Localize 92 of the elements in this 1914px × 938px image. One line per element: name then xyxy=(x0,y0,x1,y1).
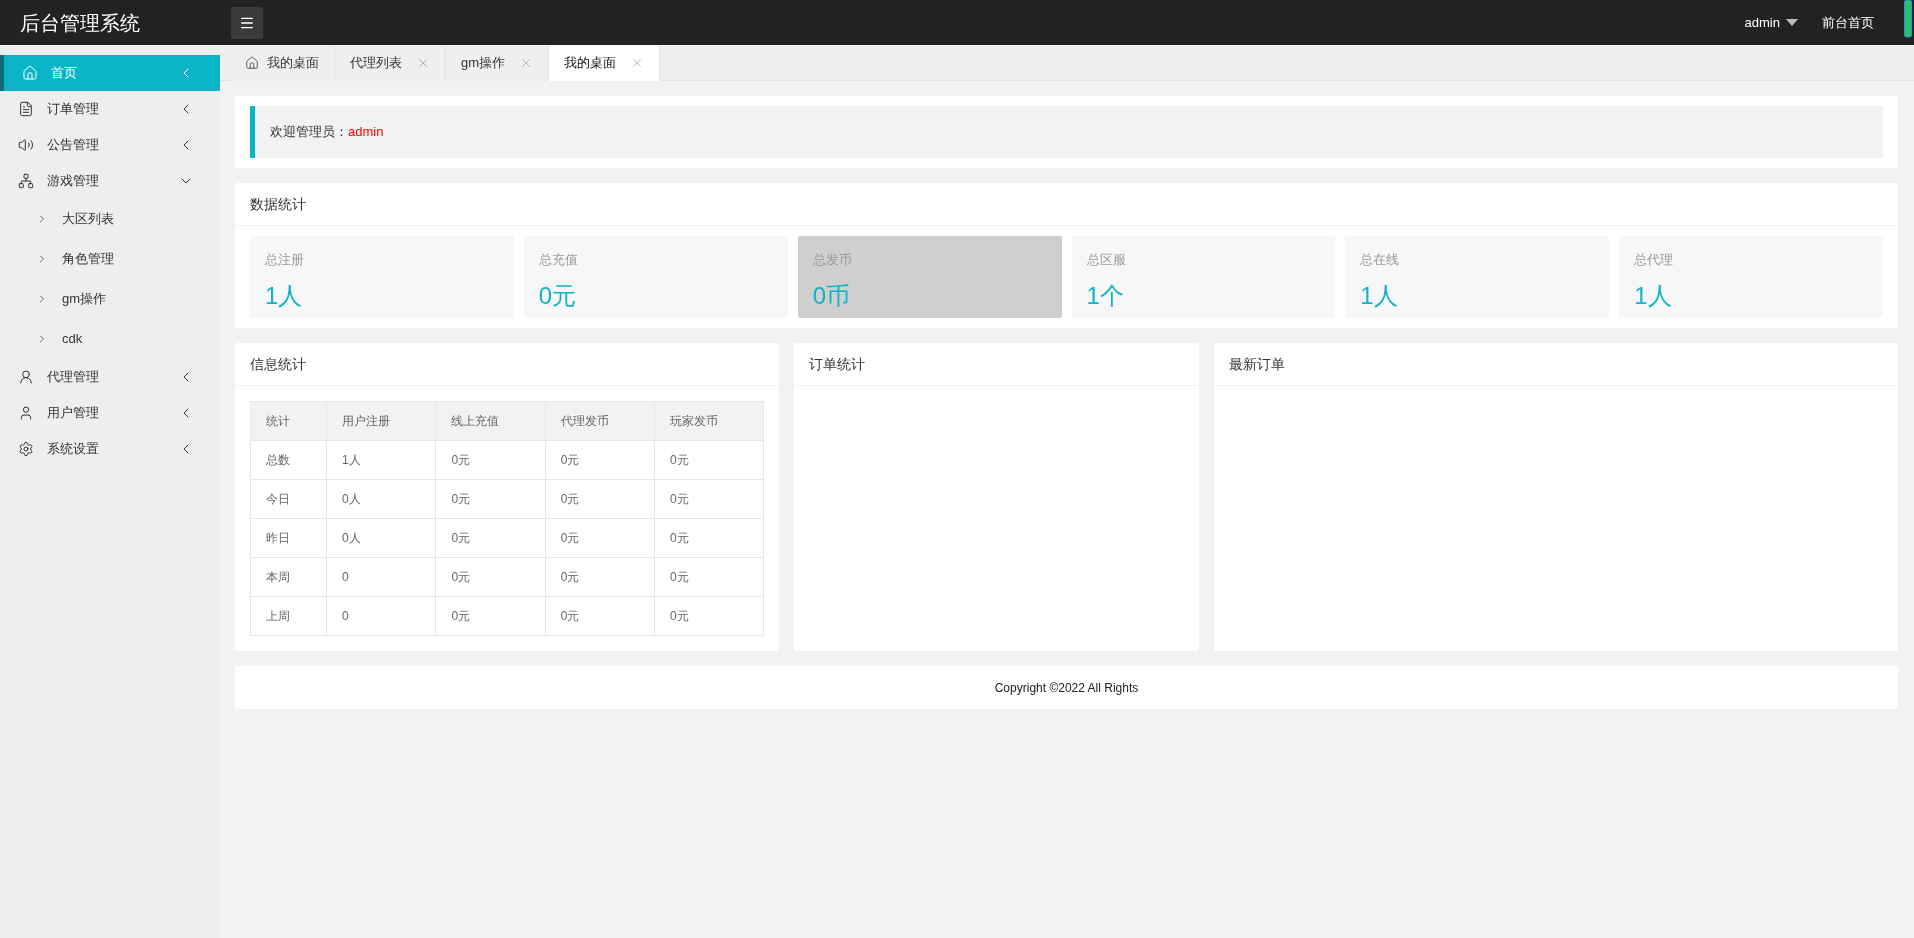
tab-label: 我的桌面 xyxy=(267,54,319,73)
table-cell: 本周 xyxy=(250,557,327,597)
table-cell: 0元 xyxy=(654,440,764,480)
tab[interactable]: 我的桌面 xyxy=(230,45,335,81)
sidebar-sublabel: 角色管理 xyxy=(62,250,114,269)
status-indicator-drawing xyxy=(1904,0,1912,38)
card-title: 订单统计 xyxy=(809,354,866,374)
app-title: 后台管理系统 xyxy=(20,10,141,36)
table-cell: 0元 xyxy=(545,596,655,636)
sidebar-label: 系统设置 xyxy=(47,440,100,459)
sidebar-label: 公告管理 xyxy=(47,136,100,155)
stat-label: 总代理 xyxy=(1634,251,1674,269)
sidebar-label: 首页 xyxy=(51,64,78,83)
table-cell: 昨日 xyxy=(250,518,327,558)
sidebar-label: 游戏管理 xyxy=(47,172,100,191)
sidebar-label: 代理管理 xyxy=(47,368,100,387)
stat-value: 1个 xyxy=(1086,280,1124,311)
welcome-text: 欢迎管理员： xyxy=(270,123,348,142)
table-cell: 0元 xyxy=(435,479,546,519)
tab-label: gm操作 xyxy=(461,54,506,73)
table-cell: 1人 xyxy=(326,440,436,480)
table-cell: 0元 xyxy=(654,596,764,636)
table-cell: 今日 xyxy=(250,479,327,519)
table-cell: 0元 xyxy=(654,518,764,558)
admin-name: admin xyxy=(348,123,384,142)
column-header: 用户注册 xyxy=(326,401,436,441)
table-cell: 0元 xyxy=(545,440,655,480)
sidebar-label: 订单管理 xyxy=(47,100,100,119)
table-cell: 0元 xyxy=(545,557,655,597)
home-icon xyxy=(22,65,38,81)
sidebar-item[interactable]: 公告管理 xyxy=(0,127,220,163)
tab[interactable]: 我的桌面 xyxy=(549,45,661,81)
sidebar-item[interactable]: 用户管理 xyxy=(0,395,220,431)
close-icon[interactable] xyxy=(416,56,430,70)
table-cell: 0元 xyxy=(435,518,546,558)
column-header: 统计 xyxy=(250,401,327,441)
sidebar-sublabel: gm操作 xyxy=(62,290,107,309)
column-header: 线上充值 xyxy=(435,401,546,441)
sidebar-sublabel: cdk xyxy=(62,330,83,349)
table-cell: 0 xyxy=(326,557,436,597)
table-cell: 0元 xyxy=(545,479,655,519)
sidebar-item[interactable]: 订单管理 xyxy=(0,91,220,127)
table-cell: 0元 xyxy=(654,479,764,519)
column-header: 玩家发币 xyxy=(654,401,764,441)
sidebar-subitem[interactable]: gm操作 xyxy=(0,279,220,319)
stat-value: 0元 xyxy=(538,280,577,311)
tab[interactable]: 代理列表 xyxy=(335,45,446,81)
stat-label: 总区服 xyxy=(1086,251,1126,269)
table-cell: 上周 xyxy=(250,596,327,636)
stat-label: 总注册 xyxy=(265,251,304,269)
table-cell: 0人 xyxy=(326,479,436,519)
stat-value: 0币 xyxy=(812,280,850,311)
stat-label: 总充值 xyxy=(538,251,578,269)
column-header: 代理发币 xyxy=(545,401,655,441)
tab-label: 我的桌面 xyxy=(564,54,617,73)
home-icon xyxy=(245,56,259,70)
sidebar-item[interactable]: 游戏管理 xyxy=(0,163,220,199)
table-cell: 0元 xyxy=(435,596,546,636)
sidebar-subitem[interactable]: 角色管理 xyxy=(0,239,220,279)
card-title: 数据统计 xyxy=(250,194,306,214)
front-page-link[interactable]: 前台首页 xyxy=(1822,12,1874,33)
card-title: 信息统计 xyxy=(250,354,306,374)
menu-button[interactable] xyxy=(231,6,263,39)
table-cell: 总数 xyxy=(250,440,327,480)
sidebar-item[interactable]: 系统设置 xyxy=(0,431,220,467)
table-cell: 0 xyxy=(326,596,436,636)
table-cell: 0元 xyxy=(435,440,546,480)
sidebar-label: 用户管理 xyxy=(47,404,100,423)
stat-value: 1人 xyxy=(265,280,303,311)
sidebar-sublabel: 大区列表 xyxy=(62,210,114,229)
tab[interactable]: gm操作 xyxy=(446,45,550,81)
card-title: 最新订单 xyxy=(1228,354,1285,374)
speaker-icon xyxy=(18,137,34,153)
table-cell: 0元 xyxy=(545,518,655,558)
sidebar-item[interactable]: 代理管理 xyxy=(0,359,220,395)
person-icon xyxy=(18,369,34,385)
user-menu[interactable]: admin xyxy=(1744,12,1798,33)
user-icon xyxy=(18,405,34,421)
settings-icon xyxy=(18,441,34,457)
sitemap-icon xyxy=(18,173,34,189)
stat-value: 1人 xyxy=(1360,280,1398,311)
stat-label: 总在线 xyxy=(1360,251,1400,269)
table-cell: 0元 xyxy=(654,557,764,597)
table-cell: 0人 xyxy=(326,518,436,558)
tab-label: 代理列表 xyxy=(350,54,402,73)
stat-value: 1人 xyxy=(1634,280,1672,311)
sidebar-subitem[interactable]: 大区列表 xyxy=(0,199,220,239)
document-icon xyxy=(18,101,34,117)
sidebar-subitem[interactable]: cdk xyxy=(0,319,220,359)
copyright-text: Copyright ©2022 All Rights xyxy=(994,679,1139,697)
caret-icon xyxy=(1786,18,1798,27)
table-cell: 0元 xyxy=(435,557,546,597)
